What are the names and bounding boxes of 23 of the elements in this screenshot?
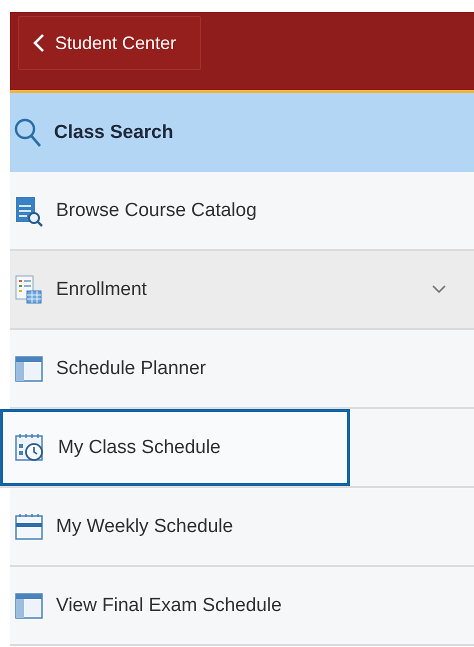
menu-item-label: Class Search <box>54 122 174 144</box>
menu-item[interactable]: My Weekly Schedule <box>10 488 474 567</box>
menu-item[interactable]: My Class Schedule <box>0 409 474 488</box>
menu-item-label: My Weekly Schedule <box>56 516 234 538</box>
back-button[interactable]: Student Center <box>18 16 202 70</box>
menu-item-label: Schedule Planner <box>56 358 206 380</box>
search-icon <box>14 118 42 148</box>
document-grid-icon <box>14 274 44 306</box>
menu-item-label: Enrollment <box>56 278 147 300</box>
chevron-left-icon <box>33 33 45 53</box>
calendar-clock-icon <box>14 432 46 464</box>
menu-item[interactable]: Class Search <box>10 93 474 172</box>
document-search-icon <box>14 194 44 226</box>
window-icon <box>14 354 44 384</box>
menu-item[interactable]: Enrollment <box>10 251 474 330</box>
menu-item-label: View Final Exam Schedule <box>56 594 282 616</box>
calendar-icon <box>14 512 44 542</box>
menu-item-label: My Class Schedule <box>58 436 221 458</box>
menu-item[interactable]: Browse Course Catalog <box>10 172 474 251</box>
menu-item[interactable]: Schedule Planner <box>10 330 474 409</box>
menu-item-label: Browse Course Catalog <box>56 200 257 222</box>
window-icon <box>14 590 44 620</box>
menu-item[interactable]: View Final Exam Schedule <box>10 567 474 646</box>
